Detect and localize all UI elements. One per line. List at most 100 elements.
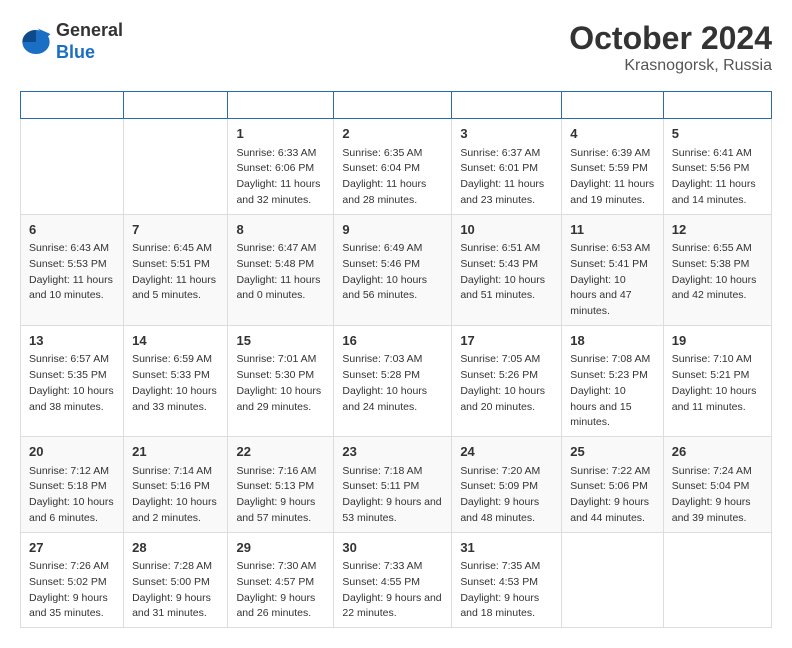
header-col-thursday: Thursday — [452, 92, 562, 119]
header-col-saturday: Saturday — [663, 92, 771, 119]
day-number: 27 — [29, 538, 115, 558]
logo: General Blue — [20, 20, 123, 63]
cell-info: Sunrise: 7:14 AM Sunset: 5:16 PM Dayligh… — [132, 464, 219, 527]
day-number: 1 — [236, 124, 325, 144]
week-row-2: 6Sunrise: 6:43 AM Sunset: 5:53 PM Daylig… — [21, 214, 772, 325]
day-number: 4 — [570, 124, 655, 144]
page-header: General Blue October 2024 Krasnogorsk, R… — [20, 20, 772, 75]
cell-info: Sunrise: 6:39 AM Sunset: 5:59 PM Dayligh… — [570, 146, 655, 209]
title-block: October 2024 Krasnogorsk, Russia — [569, 20, 772, 75]
cell-info: Sunrise: 7:05 AM Sunset: 5:26 PM Dayligh… — [460, 352, 553, 415]
week-row-1: 1Sunrise: 6:33 AM Sunset: 6:06 PM Daylig… — [21, 119, 772, 215]
cell-4-7: 26Sunrise: 7:24 AM Sunset: 5:04 PM Dayli… — [663, 437, 771, 533]
cell-info: Sunrise: 6:35 AM Sunset: 6:04 PM Dayligh… — [342, 146, 443, 209]
day-number: 20 — [29, 442, 115, 462]
day-number: 23 — [342, 442, 443, 462]
logo-blue: Blue — [56, 42, 95, 62]
cell-3-3: 15Sunrise: 7:01 AM Sunset: 5:30 PM Dayli… — [228, 325, 334, 436]
week-row-3: 13Sunrise: 6:57 AM Sunset: 5:35 PM Dayli… — [21, 325, 772, 436]
cell-5-5: 31Sunrise: 7:35 AM Sunset: 4:53 PM Dayli… — [452, 532, 562, 628]
cell-3-5: 17Sunrise: 7:05 AM Sunset: 5:26 PM Dayli… — [452, 325, 562, 436]
cell-1-7: 5Sunrise: 6:41 AM Sunset: 5:56 PM Daylig… — [663, 119, 771, 215]
cell-info: Sunrise: 7:16 AM Sunset: 5:13 PM Dayligh… — [236, 464, 325, 527]
header-col-tuesday: Tuesday — [228, 92, 334, 119]
day-number: 11 — [570, 220, 655, 240]
day-number: 5 — [672, 124, 763, 144]
cell-info: Sunrise: 6:51 AM Sunset: 5:43 PM Dayligh… — [460, 241, 553, 304]
cell-2-5: 10Sunrise: 6:51 AM Sunset: 5:43 PM Dayli… — [452, 214, 562, 325]
cell-info: Sunrise: 7:03 AM Sunset: 5:28 PM Dayligh… — [342, 352, 443, 415]
day-number: 24 — [460, 442, 553, 462]
cell-4-1: 20Sunrise: 7:12 AM Sunset: 5:18 PM Dayli… — [21, 437, 124, 533]
header-row: SundayMondayTuesdayWednesdayThursdayFrid… — [21, 92, 772, 119]
logo-text: General Blue — [56, 20, 123, 63]
cell-5-2: 28Sunrise: 7:28 AM Sunset: 5:00 PM Dayli… — [124, 532, 228, 628]
day-number: 9 — [342, 220, 443, 240]
cell-2-4: 9Sunrise: 6:49 AM Sunset: 5:46 PM Daylig… — [334, 214, 452, 325]
header-col-sunday: Sunday — [21, 92, 124, 119]
cell-1-5: 3Sunrise: 6:37 AM Sunset: 6:01 PM Daylig… — [452, 119, 562, 215]
cell-info: Sunrise: 6:45 AM Sunset: 5:51 PM Dayligh… — [132, 241, 219, 304]
cell-3-2: 14Sunrise: 6:59 AM Sunset: 5:33 PM Dayli… — [124, 325, 228, 436]
calendar-title: October 2024 — [569, 20, 772, 57]
day-number: 28 — [132, 538, 219, 558]
day-number: 6 — [29, 220, 115, 240]
day-number: 2 — [342, 124, 443, 144]
cell-2-3: 8Sunrise: 6:47 AM Sunset: 5:48 PM Daylig… — [228, 214, 334, 325]
calendar-header: SundayMondayTuesdayWednesdayThursdayFrid… — [21, 92, 772, 119]
cell-info: Sunrise: 7:30 AM Sunset: 4:57 PM Dayligh… — [236, 559, 325, 622]
cell-1-6: 4Sunrise: 6:39 AM Sunset: 5:59 PM Daylig… — [562, 119, 664, 215]
cell-5-6 — [562, 532, 664, 628]
day-number: 30 — [342, 538, 443, 558]
cell-4-2: 21Sunrise: 7:14 AM Sunset: 5:16 PM Dayli… — [124, 437, 228, 533]
cell-info: Sunrise: 6:55 AM Sunset: 5:38 PM Dayligh… — [672, 241, 763, 304]
day-number: 17 — [460, 331, 553, 351]
cell-info: Sunrise: 7:20 AM Sunset: 5:09 PM Dayligh… — [460, 464, 553, 527]
day-number: 3 — [460, 124, 553, 144]
day-number: 22 — [236, 442, 325, 462]
day-number: 31 — [460, 538, 553, 558]
cell-info: Sunrise: 6:37 AM Sunset: 6:01 PM Dayligh… — [460, 146, 553, 209]
cell-1-3: 1Sunrise: 6:33 AM Sunset: 6:06 PM Daylig… — [228, 119, 334, 215]
day-number: 8 — [236, 220, 325, 240]
week-row-4: 20Sunrise: 7:12 AM Sunset: 5:18 PM Dayli… — [21, 437, 772, 533]
day-number: 29 — [236, 538, 325, 558]
cell-info: Sunrise: 6:33 AM Sunset: 6:06 PM Dayligh… — [236, 146, 325, 209]
cell-info: Sunrise: 6:49 AM Sunset: 5:46 PM Dayligh… — [342, 241, 443, 304]
week-row-5: 27Sunrise: 7:26 AM Sunset: 5:02 PM Dayli… — [21, 532, 772, 628]
header-col-monday: Monday — [124, 92, 228, 119]
day-number: 15 — [236, 331, 325, 351]
day-number: 7 — [132, 220, 219, 240]
day-number: 14 — [132, 331, 219, 351]
cell-info: Sunrise: 7:08 AM Sunset: 5:23 PM Dayligh… — [570, 352, 655, 431]
cell-info: Sunrise: 7:12 AM Sunset: 5:18 PM Dayligh… — [29, 464, 115, 527]
day-number: 19 — [672, 331, 763, 351]
cell-4-4: 23Sunrise: 7:18 AM Sunset: 5:11 PM Dayli… — [334, 437, 452, 533]
cell-info: Sunrise: 6:47 AM Sunset: 5:48 PM Dayligh… — [236, 241, 325, 304]
cell-2-1: 6Sunrise: 6:43 AM Sunset: 5:53 PM Daylig… — [21, 214, 124, 325]
cell-info: Sunrise: 6:43 AM Sunset: 5:53 PM Dayligh… — [29, 241, 115, 304]
cell-info: Sunrise: 6:53 AM Sunset: 5:41 PM Dayligh… — [570, 241, 655, 320]
day-number: 21 — [132, 442, 219, 462]
cell-5-3: 29Sunrise: 7:30 AM Sunset: 4:57 PM Dayli… — [228, 532, 334, 628]
cell-info: Sunrise: 7:01 AM Sunset: 5:30 PM Dayligh… — [236, 352, 325, 415]
cell-info: Sunrise: 6:41 AM Sunset: 5:56 PM Dayligh… — [672, 146, 763, 209]
cell-info: Sunrise: 6:59 AM Sunset: 5:33 PM Dayligh… — [132, 352, 219, 415]
cell-4-6: 25Sunrise: 7:22 AM Sunset: 5:06 PM Dayli… — [562, 437, 664, 533]
cell-2-7: 12Sunrise: 6:55 AM Sunset: 5:38 PM Dayli… — [663, 214, 771, 325]
cell-info: Sunrise: 7:28 AM Sunset: 5:00 PM Dayligh… — [132, 559, 219, 622]
cell-2-6: 11Sunrise: 6:53 AM Sunset: 5:41 PM Dayli… — [562, 214, 664, 325]
cell-3-4: 16Sunrise: 7:03 AM Sunset: 5:28 PM Dayli… — [334, 325, 452, 436]
cell-1-2 — [124, 119, 228, 215]
calendar-subtitle: Krasnogorsk, Russia — [569, 57, 772, 75]
day-number: 26 — [672, 442, 763, 462]
day-number: 18 — [570, 331, 655, 351]
day-number: 25 — [570, 442, 655, 462]
cell-info: Sunrise: 7:33 AM Sunset: 4:55 PM Dayligh… — [342, 559, 443, 622]
cell-1-4: 2Sunrise: 6:35 AM Sunset: 6:04 PM Daylig… — [334, 119, 452, 215]
cell-info: Sunrise: 7:35 AM Sunset: 4:53 PM Dayligh… — [460, 559, 553, 622]
cell-info: Sunrise: 7:22 AM Sunset: 5:06 PM Dayligh… — [570, 464, 655, 527]
cell-info: Sunrise: 7:10 AM Sunset: 5:21 PM Dayligh… — [672, 352, 763, 415]
cell-5-1: 27Sunrise: 7:26 AM Sunset: 5:02 PM Dayli… — [21, 532, 124, 628]
header-col-friday: Friday — [562, 92, 664, 119]
